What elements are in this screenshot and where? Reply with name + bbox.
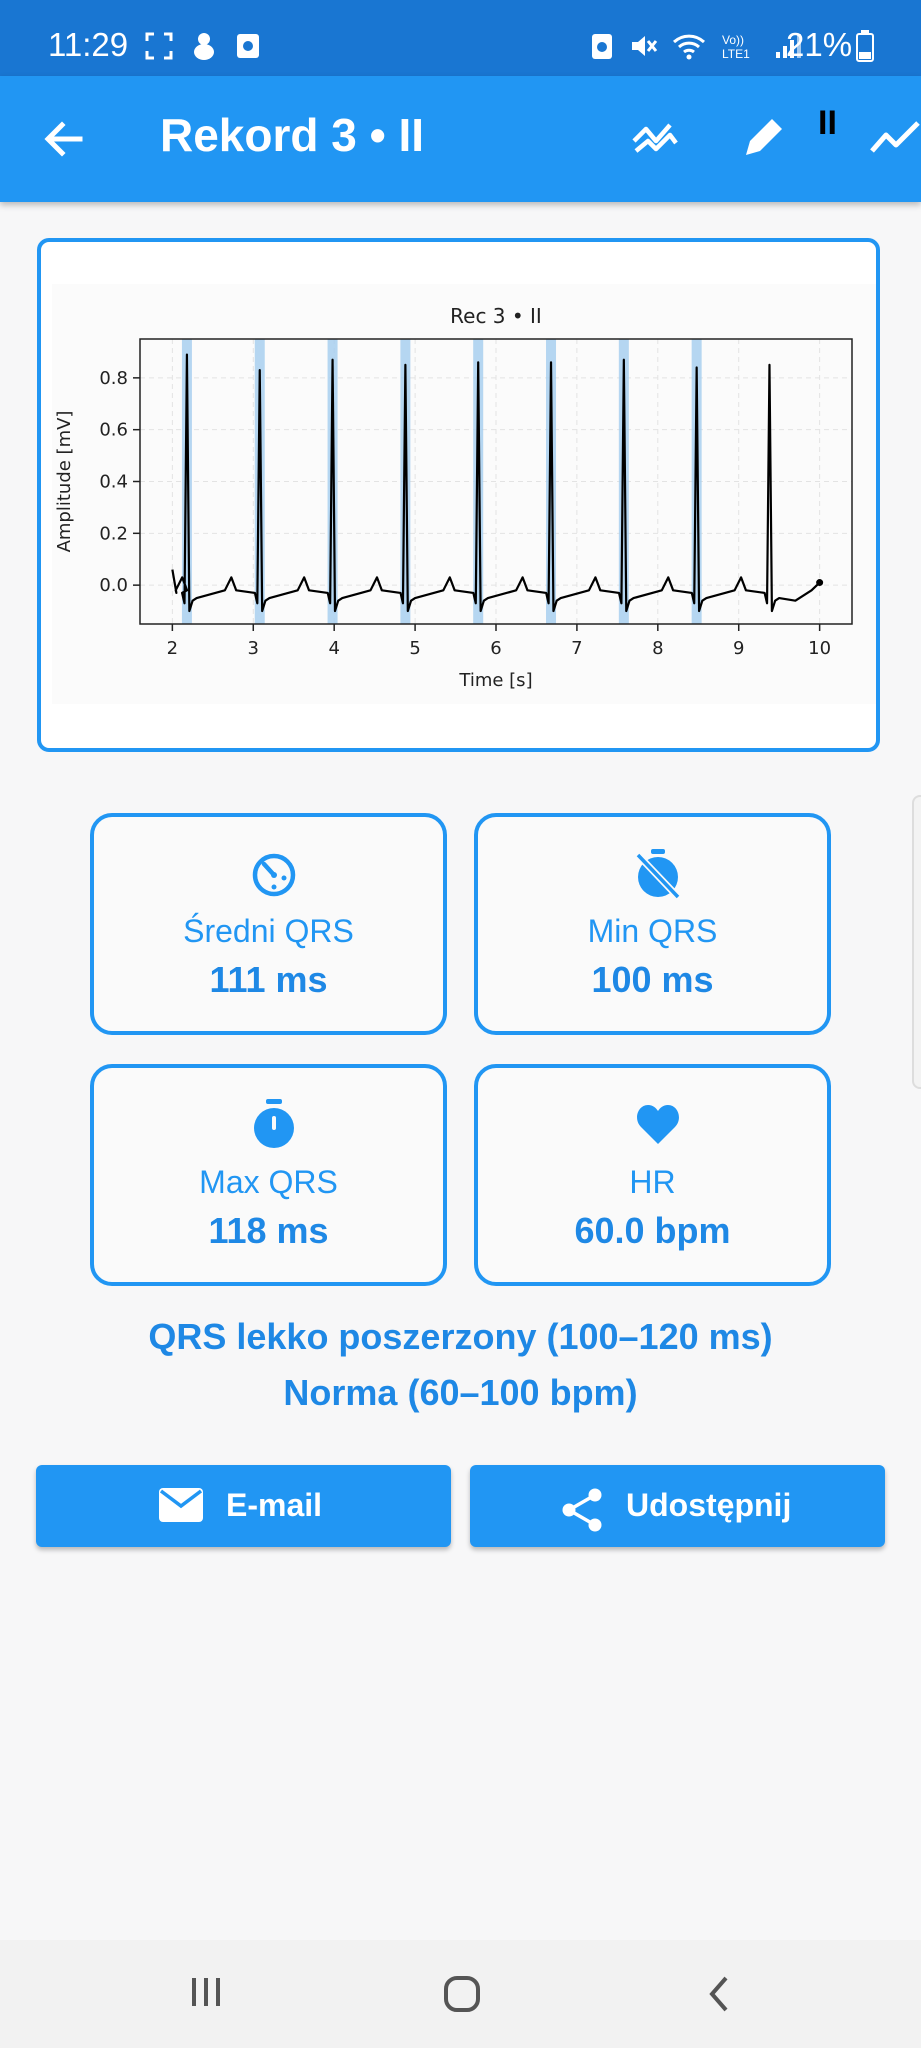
stat-label: Średni QRS [183,913,354,949]
x-tick-label: 8 [652,638,663,659]
animal-icon [194,33,214,60]
qrs-assessment: QRS lekko poszerzony (100–120 ms) [148,1316,773,1357]
email-button[interactable]: E-mail [36,1465,451,1547]
app-icon [592,34,612,59]
x-tick-label: 2 [167,638,178,659]
x-tick-label: 10 [808,638,831,659]
stat-value: 111 ms [209,959,328,1000]
stat-value: 118 ms [208,1210,329,1251]
svg-text:LTE1: LTE1 [722,47,750,61]
stat-label: Min QRS [587,913,718,949]
svg-text:Vo)): Vo)) [722,33,744,47]
stat-value: 100 ms [591,959,714,1000]
app-bar: Rekord 3 • II II [0,76,921,202]
stat-card-avg-qrs: Średni QRS 111 ms [90,813,447,1035]
stopwatch-icon [254,1099,294,1148]
y-tick-label: 0.8 [99,368,128,389]
home-icon[interactable] [442,1974,482,2014]
y-tick-label: 0.0 [99,575,128,596]
battery-icon [856,30,874,62]
stat-card-hr: HR 60.0 bpm [474,1064,831,1286]
app-icon [237,34,259,58]
y-tick-label: 0.2 [99,523,128,544]
stat-card-min-qrs: Min QRS 100 ms [474,813,831,1035]
timer-off-icon [635,849,681,899]
ecg-chart-area: 2 3 4 5 6 7 8 9 10 0.0 0.2 0.4 0.6 0.8 Rec 3 • II Time … [52,284,876,704]
battery-percent: 21% [786,26,853,63]
y-tick-label: 0.4 [99,472,128,493]
share-button-label: Udostępnij [626,1487,792,1523]
x-tick-label: 7 [571,638,582,659]
x-axis-label: Time [s] [458,670,532,691]
stat-value: 60.0 bpm [574,1210,731,1251]
hr-assessment: Norma (60–100 bpm) [283,1372,638,1413]
status-time: 11:29 [48,26,129,63]
screenshot-icon [145,32,173,60]
edit-pencil-icon[interactable] [738,111,790,163]
trend-line-icon[interactable] [868,111,921,163]
status-bar: 11:29 Vo)) LTE1 21% [0,0,921,76]
y-axis-label: Amplitude [mV] [54,411,75,553]
recent-apps-icon[interactable] [188,1974,224,2010]
mail-icon [159,1488,203,1522]
peaks-icon[interactable] [630,111,682,163]
back-nav-icon[interactable] [704,1974,734,2014]
chart-title: Rec 3 • II [450,304,542,328]
x-tick-label: 5 [409,638,420,659]
heart-icon [637,1105,679,1144]
y-tick-label: 0.6 [99,420,128,441]
ecg-end-point [816,579,824,587]
page-title: Rekord 3 • II [160,109,425,161]
pause-icon[interactable]: II [818,104,837,143]
x-tick-label: 9 [733,638,744,659]
x-tick-label: 6 [490,638,501,659]
stat-label: HR [629,1164,676,1200]
stat-card-max-qrs: Max QRS 118 ms [90,1064,447,1286]
x-tick-label: 4 [328,638,339,659]
system-nav-bar [0,1940,921,2048]
share-button[interactable]: Udostępnij [470,1465,885,1547]
share-icon [562,1488,602,1532]
side-handle[interactable] [912,795,921,1089]
stat-label: Max QRS [199,1164,338,1200]
x-tick-label: 3 [248,638,259,659]
back-arrow-icon[interactable] [36,111,92,167]
email-button-label: E-mail [226,1487,323,1523]
mute-icon [632,36,658,56]
volte-icon: Vo))LTE1 [722,33,750,61]
wifi-icon [672,34,706,60]
ecg-chart: 2 3 4 5 6 7 8 9 10 0.0 0.2 0.4 0.6 0.8 Rec 3 • II Time … [54,304,853,691]
timer-icon [252,853,296,897]
